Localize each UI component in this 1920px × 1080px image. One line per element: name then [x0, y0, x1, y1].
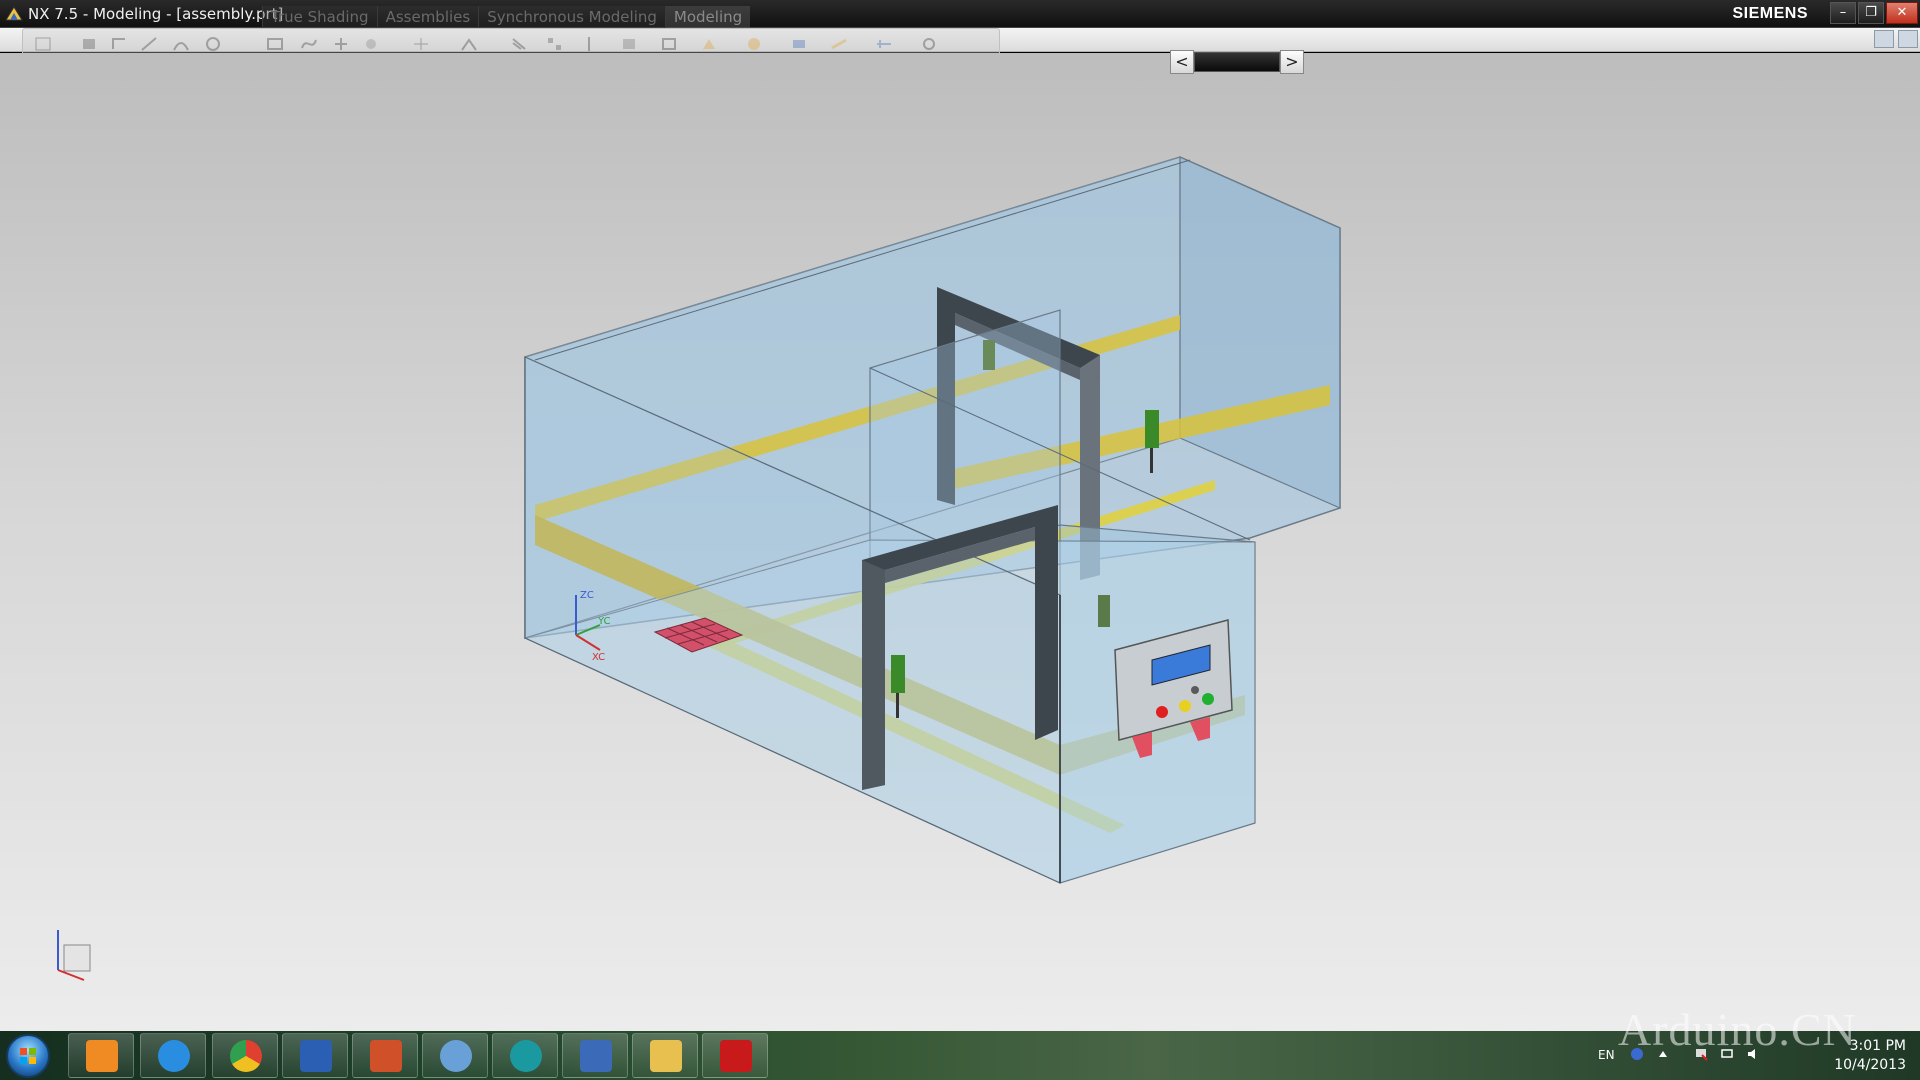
extend-icon[interactable]: [460, 36, 478, 52]
acrobat-icon: [720, 1040, 752, 1072]
close-button[interactable]: ✕: [1886, 2, 1918, 24]
minimize-button[interactable]: –: [1830, 2, 1856, 24]
taskbar-people[interactable]: [422, 1033, 488, 1078]
title-bar: NX 7.5 - Modeling - [assembly.prt] True …: [0, 0, 1920, 28]
revolve-icon[interactable]: [745, 36, 763, 52]
axis-label-z: ZC: [580, 590, 594, 601]
view-icon[interactable]: [920, 36, 938, 52]
taskbar-chrome[interactable]: [212, 1033, 278, 1078]
line-icon[interactable]: [140, 36, 158, 52]
constraint-icon[interactable]: [620, 36, 638, 52]
hole-icon[interactable]: [790, 36, 808, 52]
pattern-icon[interactable]: [546, 36, 564, 52]
tab-modeling[interactable]: Modeling: [664, 6, 751, 28]
roles-icon[interactable]: [1898, 30, 1918, 48]
mirror-icon[interactable]: [580, 36, 598, 52]
resource-bar-icon[interactable]: [1874, 30, 1894, 48]
window-title: NX 7.5 - Modeling - [assembly.prt]: [28, 5, 284, 23]
point-icon[interactable]: [332, 36, 350, 52]
internet-explorer-icon: [158, 1040, 190, 1072]
absolute-triad: [57, 930, 91, 981]
blend-icon[interactable]: [830, 36, 848, 52]
people-icon: [440, 1040, 472, 1072]
offset-icon[interactable]: [510, 36, 528, 52]
graphics-window[interactable]: ZC YC XC: [0, 53, 1920, 1031]
nx-app-icon[interactable]: [4, 4, 24, 24]
taskbar-internet-explorer[interactable]: [140, 1033, 206, 1078]
axis-label-x: XC: [592, 652, 605, 663]
measure-icon[interactable]: [875, 36, 893, 52]
tab-synchronous-modeling[interactable]: Synchronous Modeling: [478, 6, 665, 28]
datum-icon[interactable]: [80, 36, 98, 52]
ribbon-tabs: True Shading Assemblies Synchronous Mode…: [262, 6, 751, 28]
nx-icon: [580, 1040, 612, 1072]
sensor-3[interactable]: [1098, 595, 1110, 627]
media-player-icon: [86, 1040, 118, 1072]
chrome-icon: [230, 1040, 262, 1072]
profile-icon[interactable]: [110, 36, 128, 52]
start-button[interactable]: [6, 1034, 50, 1078]
watermark: Arduino.CN: [1618, 1004, 1857, 1055]
windows-logo-icon: [20, 1048, 36, 1064]
dimension-icon[interactable]: [660, 36, 678, 52]
sketch-icon[interactable]: [34, 36, 52, 52]
clock-date: 10/4/2013: [1834, 1057, 1906, 1073]
taskbar-nx[interactable]: [562, 1033, 628, 1078]
word-icon: [300, 1040, 332, 1072]
powerpoint-icon: [370, 1040, 402, 1072]
taskbar-powerpoint[interactable]: [352, 1033, 418, 1078]
axis-label-y: YC: [597, 616, 611, 627]
arduino-icon: [510, 1040, 542, 1072]
spline-icon[interactable]: [300, 36, 318, 52]
arc-icon[interactable]: [172, 36, 190, 52]
scroll-track[interactable]: [1194, 52, 1280, 72]
maximize-button[interactable]: ❐: [1858, 2, 1884, 24]
assembly-model[interactable]: ZC YC XC: [0, 53, 1920, 1031]
taskbar-word[interactable]: [282, 1033, 348, 1078]
fillet-icon[interactable]: [362, 36, 380, 52]
rectangle-icon[interactable]: [266, 36, 284, 52]
scroll-left-button[interactable]: <: [1170, 50, 1194, 74]
taskbar-media-player[interactable]: [68, 1033, 134, 1078]
taskbar-explorer[interactable]: [632, 1033, 698, 1078]
extrude-icon[interactable]: [700, 36, 718, 52]
sensor-1[interactable]: [983, 340, 995, 370]
folder-icon: [650, 1040, 682, 1072]
trim-icon[interactable]: [412, 36, 430, 52]
tab-true-shading[interactable]: True Shading: [262, 6, 377, 28]
view-scroller: < >: [1170, 50, 1304, 74]
language-indicator[interactable]: EN: [1598, 1048, 1615, 1062]
circle-icon[interactable]: [204, 36, 222, 52]
siemens-brand: SIEMENS: [1732, 5, 1808, 22]
scroll-right-button[interactable]: >: [1280, 50, 1304, 74]
taskbar-acrobat[interactable]: [702, 1033, 768, 1078]
tab-assemblies[interactable]: Assemblies: [376, 6, 479, 28]
taskbar-arduino[interactable]: [492, 1033, 558, 1078]
